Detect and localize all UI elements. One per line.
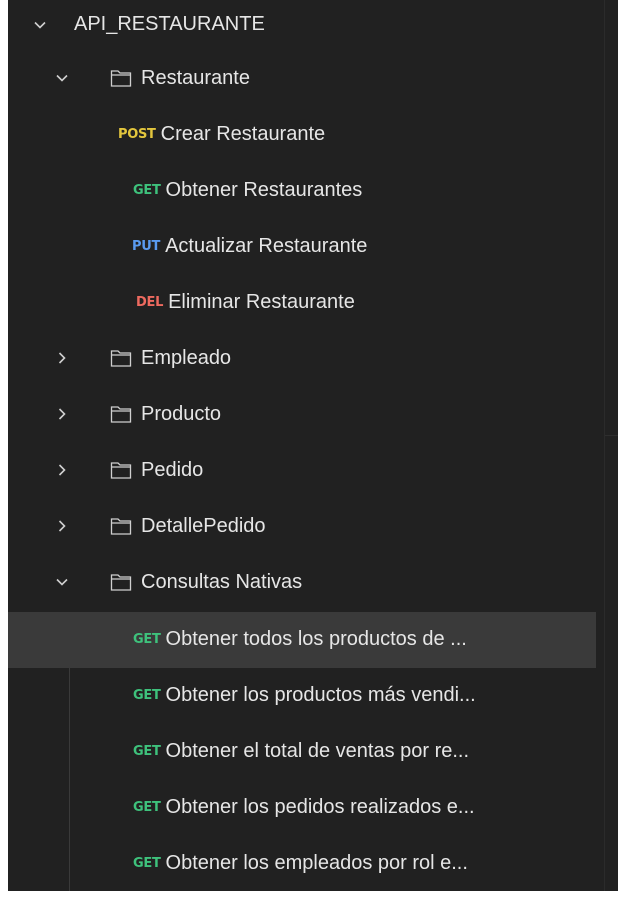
request-label: Obtener los empleados por rol e... (165, 852, 468, 874)
panel-divider-horizontal (605, 435, 618, 436)
folder-icon (110, 348, 132, 368)
folder-consultas-nativas[interactable]: Consultas Nativas (8, 554, 596, 610)
request-label: Obtener todos los productos de ... (165, 628, 467, 650)
folder-label: DetallePedido (141, 515, 266, 537)
folder-restaurante[interactable]: Restaurante (8, 50, 596, 106)
request-label: Eliminar Restaurante (168, 291, 355, 313)
collections-sidebar: API_RESTAURANTE Restaurante POST Crear R… (8, 0, 618, 891)
request-label: Obtener Restaurantes (165, 179, 363, 201)
request-label: Actualizar Restaurante (165, 235, 368, 257)
folder-label: Restaurante (141, 67, 250, 89)
method-badge-get: GET (133, 800, 161, 815)
folder-icon (110, 516, 132, 536)
request-crear-restaurante[interactable]: POST Crear Restaurante (8, 106, 596, 162)
folder-icon (110, 68, 132, 88)
folder-icon (110, 404, 132, 424)
chevron-down-icon[interactable] (54, 574, 70, 590)
method-badge-get: GET (133, 688, 161, 703)
method-badge-put: PUT (132, 239, 161, 254)
request-label: Obtener el total de ventas por re... (165, 740, 470, 762)
chevron-down-icon[interactable] (32, 17, 48, 33)
method-badge-get: GET (133, 856, 161, 871)
folder-detallepedido[interactable]: DetallePedido (8, 498, 596, 554)
folder-label: Empleado (141, 347, 232, 369)
request-obtener-empleados-por-rol[interactable]: GET Obtener los empleados por rol e... (8, 836, 596, 892)
request-obtener-total-ventas[interactable]: GET Obtener el total de ventas por re... (8, 724, 596, 780)
folder-producto[interactable]: Producto (8, 386, 596, 442)
chevron-right-icon[interactable] (54, 350, 70, 366)
request-obtener-productos-mas-vendidos[interactable]: GET Obtener los productos más vendi... (8, 668, 596, 724)
method-badge-post: POST (118, 127, 156, 142)
folder-pedido[interactable]: Pedido (8, 442, 596, 498)
request-obtener-todos-los-productos[interactable]: GET Obtener todos los productos de ... (8, 612, 596, 668)
request-label: Obtener los productos más vendi... (165, 684, 476, 706)
collection-api-restaurante[interactable]: API_RESTAURANTE (8, 0, 596, 50)
folder-icon (110, 572, 132, 592)
request-actualizar-restaurante[interactable]: PUT Actualizar Restaurante (8, 218, 596, 274)
request-label: Crear Restaurante (160, 123, 326, 145)
method-badge-get: GET (133, 632, 161, 647)
folder-icon (110, 460, 132, 480)
method-badge-get: GET (133, 183, 161, 198)
request-obtener-restaurantes[interactable]: GET Obtener Restaurantes (8, 162, 596, 218)
request-label: Obtener los pedidos realizados e... (165, 796, 475, 818)
chevron-down-icon[interactable] (54, 70, 70, 86)
chevron-right-icon[interactable] (54, 406, 70, 422)
folder-label: Consultas Nativas (141, 571, 303, 593)
folder-label: Pedido (141, 459, 204, 481)
panel-divider (604, 0, 605, 891)
folder-empleado[interactable]: Empleado (8, 330, 596, 386)
chevron-right-icon[interactable] (54, 518, 70, 534)
collection-name: API_RESTAURANTE (74, 13, 265, 35)
method-badge-get: GET (133, 744, 161, 759)
chevron-right-icon[interactable] (54, 462, 70, 478)
folder-label: Producto (141, 403, 222, 425)
request-eliminar-restaurante[interactable]: DEL Eliminar Restaurante (8, 274, 596, 330)
request-obtener-pedidos-realizados[interactable]: GET Obtener los pedidos realizados e... (8, 780, 596, 836)
method-badge-del: DEL (136, 295, 164, 310)
